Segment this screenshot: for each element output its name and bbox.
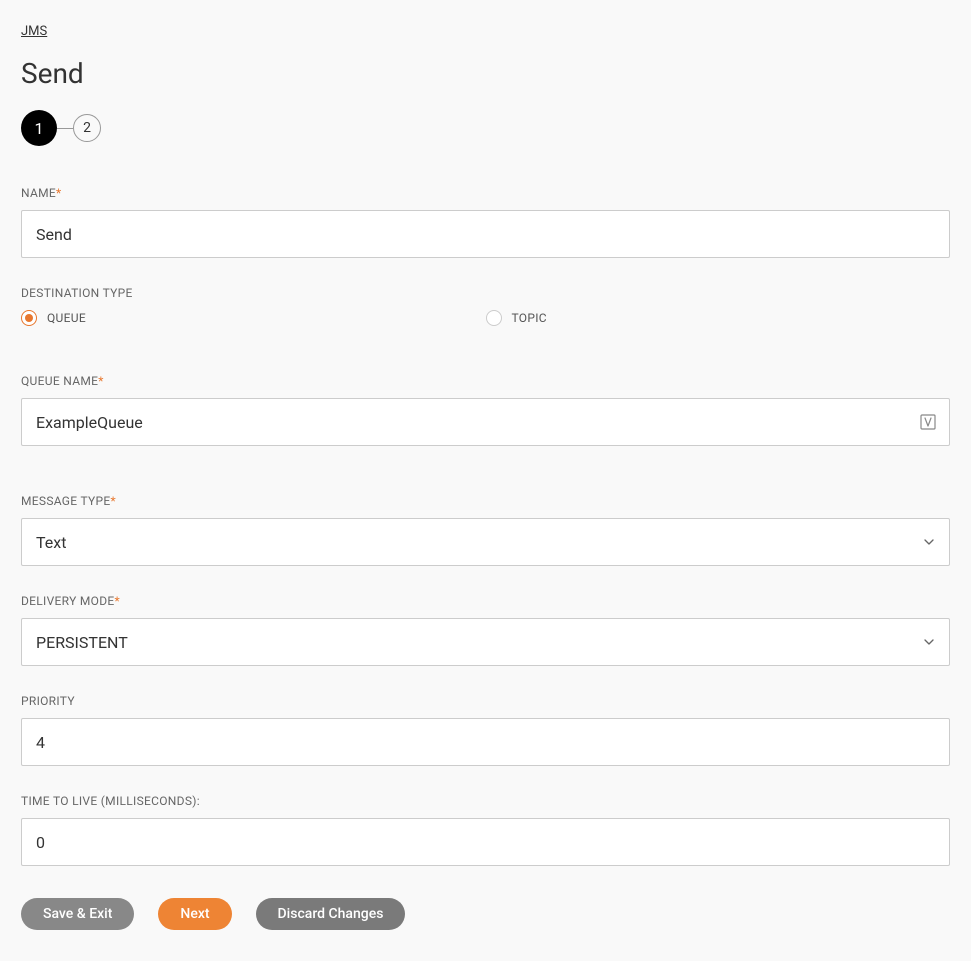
delivery-mode-select[interactable]: PERSISTENT [21, 618, 950, 666]
queue-name-input[interactable] [21, 398, 950, 446]
radio-option-topic[interactable]: TOPIC [486, 310, 951, 326]
step-1[interactable]: 1 [21, 110, 57, 146]
name-input[interactable] [21, 210, 950, 258]
discard-button[interactable]: Discard Changes [256, 898, 406, 930]
required-asterisk: * [98, 374, 103, 388]
field-group-ttl: TIME TO LIVE (MILLISECONDS): [21, 794, 950, 866]
save-exit-button[interactable]: Save & Exit [21, 898, 134, 930]
destination-type-label: DESTINATION TYPE [21, 286, 950, 300]
message-type-label: MESSAGE TYPE* [21, 494, 950, 508]
priority-input[interactable] [21, 718, 950, 766]
delivery-mode-label-text: DELIVERY MODE [21, 594, 115, 608]
field-group-delivery-mode: DELIVERY MODE* PERSISTENT [21, 594, 950, 666]
variable-icon[interactable] [920, 414, 936, 430]
button-row: Save & Exit Next Discard Changes [21, 898, 950, 930]
queue-name-label-text: QUEUE NAME [21, 374, 98, 388]
delivery-mode-label: DELIVERY MODE* [21, 594, 950, 608]
message-type-label-text: MESSAGE TYPE [21, 494, 111, 508]
field-group-destination-type: DESTINATION TYPE QUEUE TOPIC [21, 286, 950, 346]
page-title: Send [21, 57, 950, 90]
required-asterisk: * [111, 494, 116, 508]
name-label: NAME* [21, 186, 950, 200]
step-2[interactable]: 2 [73, 114, 101, 142]
field-group-priority: PRIORITY [21, 694, 950, 766]
radio-option-queue[interactable]: QUEUE [21, 310, 486, 326]
message-type-select[interactable]: Text [21, 518, 950, 566]
radio-label-queue: QUEUE [47, 311, 86, 325]
field-group-name: NAME* [21, 186, 950, 258]
field-group-message-type: MESSAGE TYPE* Text [21, 494, 950, 566]
destination-type-radio-group: QUEUE TOPIC [21, 310, 950, 326]
ttl-label: TIME TO LIVE (MILLISECONDS): [21, 794, 950, 808]
radio-circle-queue [21, 310, 37, 326]
queue-name-label: QUEUE NAME* [21, 374, 950, 388]
field-group-queue-name: QUEUE NAME* [21, 374, 950, 446]
breadcrumb-jms[interactable]: JMS [21, 24, 47, 39]
required-asterisk: * [56, 186, 61, 200]
wizard-stepper: 1 2 [21, 110, 950, 146]
step-connector [57, 128, 73, 129]
required-asterisk: * [115, 594, 120, 608]
priority-label: PRIORITY [21, 694, 950, 708]
radio-dot [25, 314, 33, 322]
radio-label-topic: TOPIC [512, 311, 547, 325]
ttl-input[interactable] [21, 818, 950, 866]
next-button[interactable]: Next [158, 898, 231, 930]
radio-circle-topic [486, 310, 502, 326]
name-label-text: NAME [21, 186, 56, 200]
